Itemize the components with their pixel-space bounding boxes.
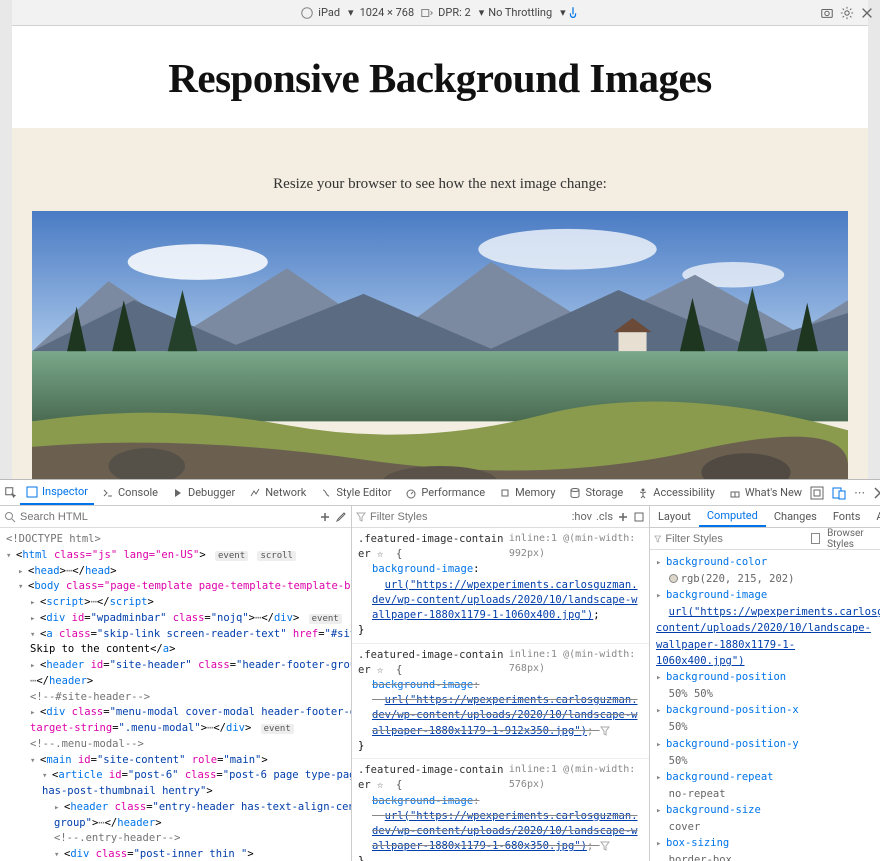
a11y-icon <box>637 487 649 499</box>
computed-property[interactable]: background-repeat no-repeat <box>656 769 874 802</box>
throttling-select[interactable]: No Throttling▾ <box>484 6 565 19</box>
perf-icon <box>405 487 417 499</box>
storage-icon <box>569 487 581 499</box>
devtools-panel: Inspector Console Debugger Network Style… <box>0 479 880 861</box>
tab-memory[interactable]: Memory <box>493 480 561 505</box>
tab-accessibility[interactable]: Accessibility <box>631 480 721 505</box>
computed-filter-input[interactable] <box>665 533 807 545</box>
iframe-picker-icon[interactable] <box>810 486 824 500</box>
style-icon <box>320 487 332 499</box>
computed-filter-bar: Browser Styles <box>650 528 880 550</box>
computed-property[interactable]: box-sizing border-box <box>656 835 874 861</box>
gift-icon <box>729 487 741 499</box>
responsive-mode-icon[interactable] <box>832 486 846 500</box>
responsive-design-view: iPad▾ 1024 × 768 DPR: 2▾ No Throttling▾ … <box>0 0 880 479</box>
page-title: Responsive Background Images <box>57 54 823 102</box>
cls-toggle[interactable]: .cls <box>596 510 613 523</box>
filter-icon[interactable] <box>600 841 610 851</box>
computed-list[interactable]: background-color rgb(220, 215, 202)backg… <box>650 550 880 861</box>
viewport-dims[interactable]: 1024 × 768 <box>354 6 421 19</box>
css-filter-bar: :hov .cls <box>352 506 649 528</box>
content-band: Resize your browser to see how the next … <box>12 128 868 479</box>
device-select[interactable]: iPad▾ <box>314 6 353 19</box>
tab-console[interactable]: Console <box>96 480 164 505</box>
tab-changes[interactable]: Changes <box>766 506 825 527</box>
add-node-icon[interactable] <box>319 511 331 523</box>
search-icon <box>4 511 16 523</box>
page-subtitle: Resize your browser to see how the next … <box>32 176 848 193</box>
memory-icon <box>499 487 511 499</box>
filter-icon[interactable] <box>600 726 610 736</box>
tab-debugger[interactable]: Debugger <box>166 480 241 505</box>
tab-fonts[interactable]: Fonts <box>825 506 869 527</box>
light-icon[interactable] <box>633 511 645 523</box>
simulated-page: Responsive Background Images Resize your… <box>12 26 868 479</box>
html-search-bar <box>0 506 351 528</box>
html-pane: <!DOCTYPE html> <html class="js" lang="e… <box>0 506 352 861</box>
computed-property[interactable]: background-color rgb(220, 215, 202) <box>656 554 874 587</box>
tab-whatsnew[interactable]: What's New <box>723 480 808 505</box>
kebab-icon[interactable]: ⋯ <box>854 486 865 499</box>
tab-performance[interactable]: Performance <box>399 480 491 505</box>
tab-storage[interactable]: Storage <box>563 480 629 505</box>
hov-toggle[interactable]: :hov <box>572 510 592 523</box>
filter-icon <box>356 512 366 522</box>
computed-property[interactable]: background-image url("https://wpexperime… <box>656 587 874 669</box>
hero-image <box>32 211 848 479</box>
filter-icon <box>654 534 661 544</box>
touch-icon[interactable] <box>566 6 580 20</box>
browser-styles-label: Browser Styles <box>827 528 876 550</box>
css-filter-input[interactable] <box>370 511 568 523</box>
tab-computed[interactable]: Computed <box>699 506 766 527</box>
html-tree[interactable]: <!DOCTYPE html> <html class="js" lang="e… <box>0 528 351 861</box>
add-rule-icon[interactable] <box>617 511 629 523</box>
tab-network[interactable]: Network <box>243 480 312 505</box>
computed-property[interactable]: background-position 50% 50% <box>656 669 874 702</box>
computed-property[interactable]: background-position-y 50% <box>656 736 874 769</box>
tab-style-editor[interactable]: Style Editor <box>314 480 397 505</box>
computed-property[interactable]: background-size cover <box>656 802 874 835</box>
settings-icon[interactable] <box>840 6 854 20</box>
rdm-toolbar: iPad▾ 1024 × 768 DPR: 2▾ No Throttling▾ <box>12 0 868 26</box>
computed-pane: Layout Computed Changes Fonts Anii Brows… <box>650 506 880 861</box>
globe-icon <box>300 6 314 20</box>
tab-layout[interactable]: Layout <box>650 506 699 527</box>
sidebar-tabs: Layout Computed Changes Fonts Anii <box>650 506 880 528</box>
html-search-input[interactable] <box>20 511 315 523</box>
tab-ani[interactable]: Anii <box>868 506 880 527</box>
close-rdm-icon[interactable] <box>860 6 874 20</box>
devtools-tabs: Inspector Console Debugger Network Style… <box>0 480 880 506</box>
close-devtools-icon[interactable] <box>873 486 880 500</box>
dpr-select[interactable]: DPR: 2▾ <box>434 6 484 19</box>
rotate-icon[interactable] <box>420 6 434 20</box>
console-icon <box>102 487 114 499</box>
tab-inspector[interactable]: Inspector <box>20 480 94 505</box>
debugger-icon <box>172 487 184 499</box>
css-rules-list[interactable]: .featured-image-container ☆ {inline:1 @(… <box>352 528 649 861</box>
pick-element-icon[interactable] <box>4 486 18 500</box>
eyedropper-icon[interactable] <box>335 511 347 523</box>
inspector-icon <box>26 486 38 498</box>
network-icon <box>249 487 261 499</box>
browser-styles-checkbox[interactable] <box>811 533 820 544</box>
css-rules-pane: :hov .cls .featured-image-container ☆ {i… <box>352 506 650 861</box>
computed-property[interactable]: background-position-x 50% <box>656 702 874 735</box>
screenshot-icon[interactable] <box>820 6 834 20</box>
